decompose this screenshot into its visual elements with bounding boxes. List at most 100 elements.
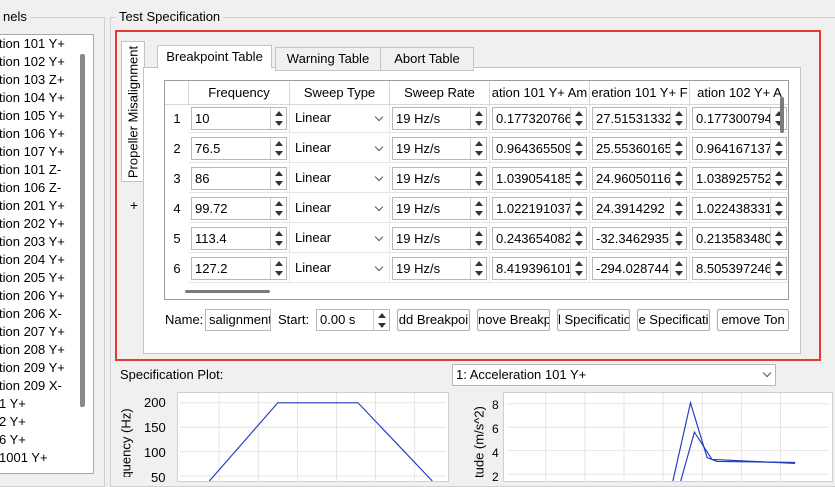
spin-buttons[interactable] <box>470 258 486 279</box>
spin-buttons[interactable] <box>670 228 686 249</box>
col-header-sweep-type[interactable]: Sweep Type <box>290 81 390 105</box>
channel-item[interactable]: tion 206 Y+ <box>0 287 65 305</box>
spin-buttons[interactable] <box>670 198 686 219</box>
value-spinbox[interactable]: 27.51531332 <box>592 107 687 130</box>
sweep-type-combo[interactable]: Linear <box>292 257 387 280</box>
value-spinbox[interactable]: 127.2 <box>191 257 287 280</box>
name-input[interactable]: salignment <box>205 309 271 331</box>
value-spinbox[interactable]: 1.038925752 <box>692 167 787 190</box>
spin-buttons[interactable] <box>470 108 486 129</box>
spin-buttons[interactable] <box>470 228 486 249</box>
channel-item[interactable]: tion 206 X- <box>0 305 62 323</box>
channel-item[interactable]: tion 207 Y+ <box>0 323 65 341</box>
spin-buttons[interactable] <box>570 138 586 159</box>
col-header-channel-2[interactable]: eration 101 Y+ F <box>590 81 690 105</box>
channel-item[interactable]: tion 208 Y+ <box>0 341 65 359</box>
value-spinbox[interactable]: 0.213583480 <box>692 227 787 250</box>
tab-warning-table[interactable]: Warning Table <box>275 47 381 71</box>
spin-buttons[interactable] <box>270 228 286 249</box>
spin-buttons[interactable] <box>470 138 486 159</box>
spin-buttons[interactable] <box>670 108 686 129</box>
spin-buttons[interactable] <box>770 168 786 189</box>
spin-buttons[interactable] <box>670 168 686 189</box>
value-spinbox[interactable]: 8.505397246 <box>692 257 787 280</box>
channels-scrollbar[interactable] <box>80 54 85 407</box>
tab-profile[interactable]: Propeller Misalignment <box>121 41 145 182</box>
value-spinbox[interactable]: 8.419396101 <box>492 257 587 280</box>
value-spinbox[interactable]: 10 <box>191 107 287 130</box>
frequency-plot[interactable] <box>177 392 449 482</box>
sweep-type-combo[interactable]: Linear <box>292 107 387 130</box>
channel-item[interactable]: tion 201 Y+ <box>0 197 65 215</box>
channel-item[interactable]: tion 205 Y+ <box>0 269 65 287</box>
value-spinbox[interactable]: 0.243654082 <box>492 227 587 250</box>
add-breakpoint-button[interactable]: dd Breakpoi <box>397 309 470 331</box>
channel-item[interactable]: tion 203 Y+ <box>0 233 65 251</box>
value-spinbox[interactable]: 19 Hz/s <box>392 107 487 130</box>
channel-item[interactable]: 6 Y+ <box>0 431 26 449</box>
value-spinbox[interactable]: 0.964365509 <box>492 137 587 160</box>
channel-item[interactable]: tion 204 Y+ <box>0 251 65 269</box>
value-spinbox[interactable]: 1.022438331 <box>692 197 787 220</box>
amplitude-plot[interactable] <box>503 392 833 482</box>
spin-buttons[interactable] <box>270 108 286 129</box>
sweep-type-combo[interactable]: Linear <box>292 137 387 160</box>
channel-item[interactable]: 2 Y+ <box>0 413 26 431</box>
value-spinbox[interactable]: 0.964167137 <box>692 137 787 160</box>
table-vscroll[interactable] <box>780 97 784 133</box>
channel-item[interactable]: tion 101 Z- <box>0 161 61 179</box>
channel-select[interactable]: 1: Acceleration 101 Y+ <box>452 364 776 386</box>
value-spinbox[interactable]: 19 Hz/s <box>392 257 487 280</box>
value-spinbox[interactable]: 76.5 <box>191 137 287 160</box>
value-spinbox[interactable]: 1.039054185 <box>492 167 587 190</box>
sweep-type-combo[interactable]: Linear <box>292 167 387 190</box>
remove-tone-button[interactable]: emove Ton <box>717 309 789 331</box>
channel-item[interactable]: tion 106 Y+ <box>0 125 65 143</box>
spin-buttons[interactable] <box>570 198 586 219</box>
spin-buttons[interactable] <box>570 108 586 129</box>
start-spinbox[interactable]: 0.00 s <box>316 309 390 331</box>
col-header-sweep-rate[interactable]: Sweep Rate <box>390 81 490 105</box>
table-hscroll[interactable] <box>185 290 270 293</box>
value-spinbox[interactable]: 19 Hz/s <box>392 167 487 190</box>
channel-item[interactable]: 1 Y+ <box>0 395 26 413</box>
col-header-frequency[interactable]: Frequency <box>189 81 290 105</box>
channel-item[interactable]: tion 101 Y+ <box>0 35 65 53</box>
value-spinbox[interactable]: 19 Hz/s <box>392 137 487 160</box>
spin-buttons[interactable] <box>770 138 786 159</box>
value-spinbox[interactable]: 1.022191037 <box>492 197 587 220</box>
spin-buttons[interactable] <box>670 138 686 159</box>
add-tab-button[interactable]: + <box>124 194 144 216</box>
channel-item[interactable]: tion 106 Z- <box>0 179 61 197</box>
channel-item[interactable]: tion 202 Y+ <box>0 215 65 233</box>
channel-item[interactable]: tion 107 Y+ <box>0 143 65 161</box>
spin-buttons[interactable] <box>770 228 786 249</box>
start-spin-buttons[interactable] <box>373 310 389 330</box>
save-specification-button[interactable]: e Specificati <box>637 309 710 331</box>
value-spinbox[interactable]: 86 <box>191 167 287 190</box>
col-header-channel-3[interactable]: ation 102 Y+ A <box>690 81 788 105</box>
value-spinbox[interactable]: 99.72 <box>191 197 287 220</box>
spin-buttons[interactable] <box>570 228 586 249</box>
spin-buttons[interactable] <box>670 258 686 279</box>
sweep-type-combo[interactable]: Linear <box>292 227 387 250</box>
value-spinbox[interactable]: 0.177320766 <box>492 107 587 130</box>
tab-abort-table[interactable]: Abort Table <box>380 47 474 71</box>
spin-buttons[interactable] <box>270 168 286 189</box>
spin-buttons[interactable] <box>770 258 786 279</box>
channel-item[interactable]: tion 103 Z+ <box>0 71 64 89</box>
value-spinbox[interactable]: 25.55360165 <box>592 137 687 160</box>
channel-item[interactable]: tion 209 Y+ <box>0 359 65 377</box>
spin-buttons[interactable] <box>770 198 786 219</box>
value-spinbox[interactable]: 24.96050116 <box>592 167 687 190</box>
channel-item[interactable]: 1001 Y+ <box>0 449 48 467</box>
remove-breakpoint-button[interactable]: nove Breakp <box>477 309 550 331</box>
spin-buttons[interactable] <box>470 168 486 189</box>
value-spinbox[interactable]: -294.028744 <box>592 257 687 280</box>
channel-item[interactable]: tion 209 X- <box>0 377 62 395</box>
value-spinbox[interactable]: 24.3914292 <box>592 197 687 220</box>
col-header-channel-1[interactable]: ation 101 Y+ Am <box>490 81 590 105</box>
value-spinbox[interactable]: 19 Hz/s <box>392 227 487 250</box>
value-spinbox[interactable]: -32.3462935 <box>592 227 687 250</box>
spin-buttons[interactable] <box>570 258 586 279</box>
